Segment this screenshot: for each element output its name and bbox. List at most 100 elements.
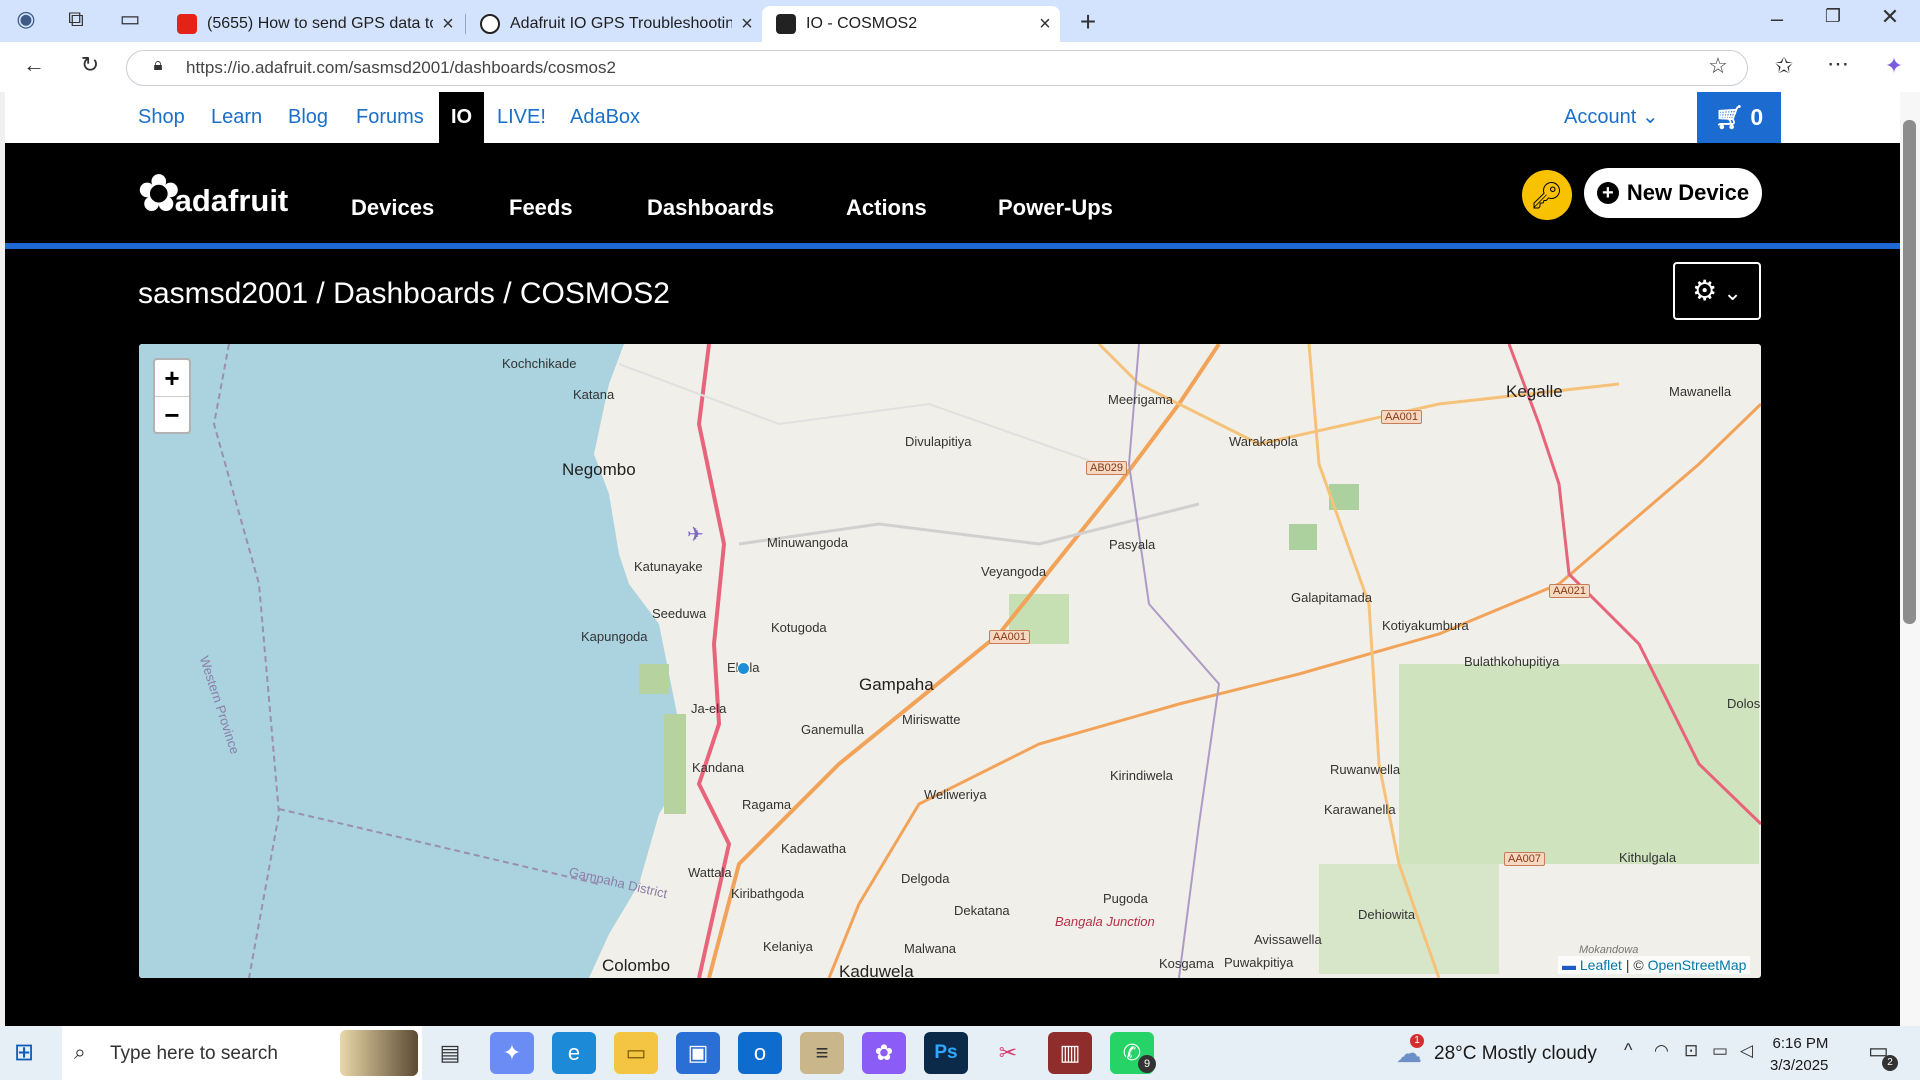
refresh-icon[interactable]: ↻ xyxy=(72,52,108,78)
window-close-icon[interactable]: ✕ xyxy=(1872,4,1908,30)
map-label: Katunayake xyxy=(634,559,703,574)
account-menu[interactable]: Account ⌄ xyxy=(1564,92,1659,143)
new-device-button[interactable]: + New Device xyxy=(1584,168,1762,218)
close-icon[interactable]: × xyxy=(433,13,463,36)
map-label: Dekatana xyxy=(954,903,1010,918)
osm-link[interactable]: OpenStreetMap xyxy=(1648,957,1747,973)
youtube-icon xyxy=(177,14,197,34)
map-label: Negombo xyxy=(562,460,636,479)
network-icon[interactable]: ◠ xyxy=(1654,1041,1669,1061)
nav-actions[interactable]: Actions xyxy=(846,195,927,221)
map-label: Veyangoda xyxy=(981,564,1047,579)
map-label: Ganemulla xyxy=(801,722,864,737)
adafruit-logo[interactable]: ✿ adafruit xyxy=(137,168,288,220)
task-view-icon[interactable]: ▤ xyxy=(428,1032,472,1074)
map-label: Bulathkohupitiya xyxy=(1464,654,1560,669)
airport-icon: ✈ xyxy=(687,524,704,546)
snipping-tool-icon[interactable]: ✂ xyxy=(986,1032,1030,1074)
volume-icon[interactable]: ◁ xyxy=(1740,1041,1753,1061)
scrollbar-thumb[interactable] xyxy=(1903,120,1916,624)
search-placeholder[interactable]: Type here to search xyxy=(110,1043,278,1065)
attribution-separator: | © xyxy=(1621,957,1648,973)
restore-icon[interactable]: ❐ xyxy=(1815,6,1851,27)
search-highlight-bird[interactable] xyxy=(340,1030,418,1076)
zoom-out-button[interactable]: − xyxy=(155,397,189,433)
gps-location-marker[interactable] xyxy=(737,662,750,675)
copilot-app-icon[interactable]: ✦ xyxy=(490,1032,534,1074)
url-text[interactable]: https://io.adafruit.com/sasmsd2001/dashb… xyxy=(186,58,616,78)
tab-actions-icon[interactable]: ▭ xyxy=(112,6,148,32)
nav-shop[interactable]: Shop xyxy=(138,92,185,143)
close-icon[interactable]: × xyxy=(732,13,762,36)
minimize-icon[interactable]: – xyxy=(1759,6,1795,32)
plus-circle-icon: + xyxy=(1596,182,1619,204)
battery-icon[interactable]: ▭ xyxy=(1712,1041,1728,1061)
chevron-down-icon: ⌄ xyxy=(1641,106,1659,128)
nav-adabox[interactable]: AdaBox xyxy=(570,92,640,143)
map-label: Puwakpitiya xyxy=(1224,955,1294,970)
tab-youtube[interactable]: (5655) How to send GPS data to A × xyxy=(163,6,463,42)
map-label: Kirindiwela xyxy=(1110,768,1173,783)
weather-badge: 1 xyxy=(1410,1034,1424,1048)
lock-icon[interactable]: 🔒︎ xyxy=(140,55,176,75)
nav-dashboards[interactable]: Dashboards xyxy=(647,195,774,221)
profile-icon[interactable]: ◉ xyxy=(8,6,44,32)
map-label: Bangala Junction xyxy=(1055,914,1155,929)
windows-start-icon[interactable]: ⊞ xyxy=(14,1038,34,1067)
nav-power-ups[interactable]: Power-Ups xyxy=(998,195,1113,221)
key-button[interactable]: 🔑︎ xyxy=(1522,170,1572,220)
cart-button[interactable]: 🛒︎ 0 xyxy=(1697,92,1781,143)
close-icon[interactable]: × xyxy=(1030,13,1060,36)
edge-app-icon[interactable]: e xyxy=(552,1032,596,1074)
map-label: Kiribathgoda xyxy=(731,886,804,901)
map-label: Ruwanwella xyxy=(1330,762,1401,777)
copilot-icon[interactable]: ✦ xyxy=(1876,53,1912,79)
nav-live[interactable]: LIVE! xyxy=(497,92,546,143)
devices-icon[interactable]: ⊡ xyxy=(1684,1041,1698,1061)
outlook-icon[interactable]: o xyxy=(738,1032,782,1074)
notepad-app-icon[interactable]: ≡ xyxy=(800,1032,844,1074)
favorite-star-icon[interactable]: ☆ xyxy=(1700,53,1736,79)
photoshop-icon[interactable]: Ps xyxy=(924,1032,968,1074)
map-label: Ja-ela xyxy=(691,701,727,716)
map-label: Kegalle xyxy=(1506,382,1563,401)
nav-forums[interactable]: Forums xyxy=(356,92,424,143)
tab-io-cosmos2[interactable]: IO - COSMOS2 × xyxy=(762,6,1060,42)
map-widget[interactable]: Kochchikade Katana Negombo Meerigama Keg… xyxy=(139,344,1761,978)
nav-learn[interactable]: Learn xyxy=(211,92,262,143)
dashboard-settings-button[interactable]: ⚙ ⌄ xyxy=(1673,262,1761,320)
logo-text: adafruit xyxy=(174,183,289,218)
ms-store-icon[interactable]: ▣ xyxy=(676,1032,720,1074)
chevron-up-icon[interactable]: ^ xyxy=(1624,1040,1632,1061)
system-clock[interactable]: 6:16 PM 3/3/2025 xyxy=(1770,1033,1828,1077)
nav-devices[interactable]: Devices xyxy=(351,195,434,221)
map-label: Kelaniya xyxy=(763,939,813,954)
map-label: Ragama xyxy=(742,797,792,812)
map-attribution: ▬ Leaflet | © OpenStreetMap xyxy=(1558,956,1751,974)
m365-app-icon[interactable]: ✿ xyxy=(862,1032,906,1074)
tab-title: (5655) How to send GPS data to A xyxy=(207,15,433,32)
cart-count: 0 xyxy=(1750,104,1764,130)
gear-icon: ⚙ xyxy=(1692,275,1718,306)
map-label: Gampaha xyxy=(859,675,934,694)
more-menu-icon[interactable]: ⋯ xyxy=(1820,51,1856,77)
nav-blog[interactable]: Blog xyxy=(288,92,328,143)
adafruit-icon xyxy=(776,14,796,34)
weather-widget[interactable]: 28°C Mostly cloudy xyxy=(1434,1043,1597,1065)
winrar-icon[interactable]: ▥ xyxy=(1048,1032,1092,1074)
map-label: Miriswatte xyxy=(902,712,961,727)
workspaces-icon[interactable]: ⧉ xyxy=(58,6,94,32)
new-tab-icon[interactable]: + xyxy=(1070,6,1106,38)
file-explorer-icon[interactable]: ▭ xyxy=(614,1032,658,1074)
leaflet-link[interactable]: Leaflet xyxy=(1580,957,1622,973)
map-label: Kosgama xyxy=(1159,956,1214,971)
tab-chatgpt[interactable]: Adafruit IO GPS Troubleshooting × xyxy=(466,6,762,42)
zoom-in-button[interactable]: + xyxy=(155,360,189,397)
map-label: Weliweriya xyxy=(924,787,987,802)
nav-feeds[interactable]: Feeds xyxy=(509,195,573,221)
map-label: Kaduwela xyxy=(839,962,914,978)
back-icon[interactable]: ← xyxy=(16,52,52,78)
favorites-icon[interactable]: ✩ xyxy=(1766,53,1802,79)
map-label: Warakapola xyxy=(1229,434,1298,449)
nav-io[interactable]: IO xyxy=(439,92,485,143)
